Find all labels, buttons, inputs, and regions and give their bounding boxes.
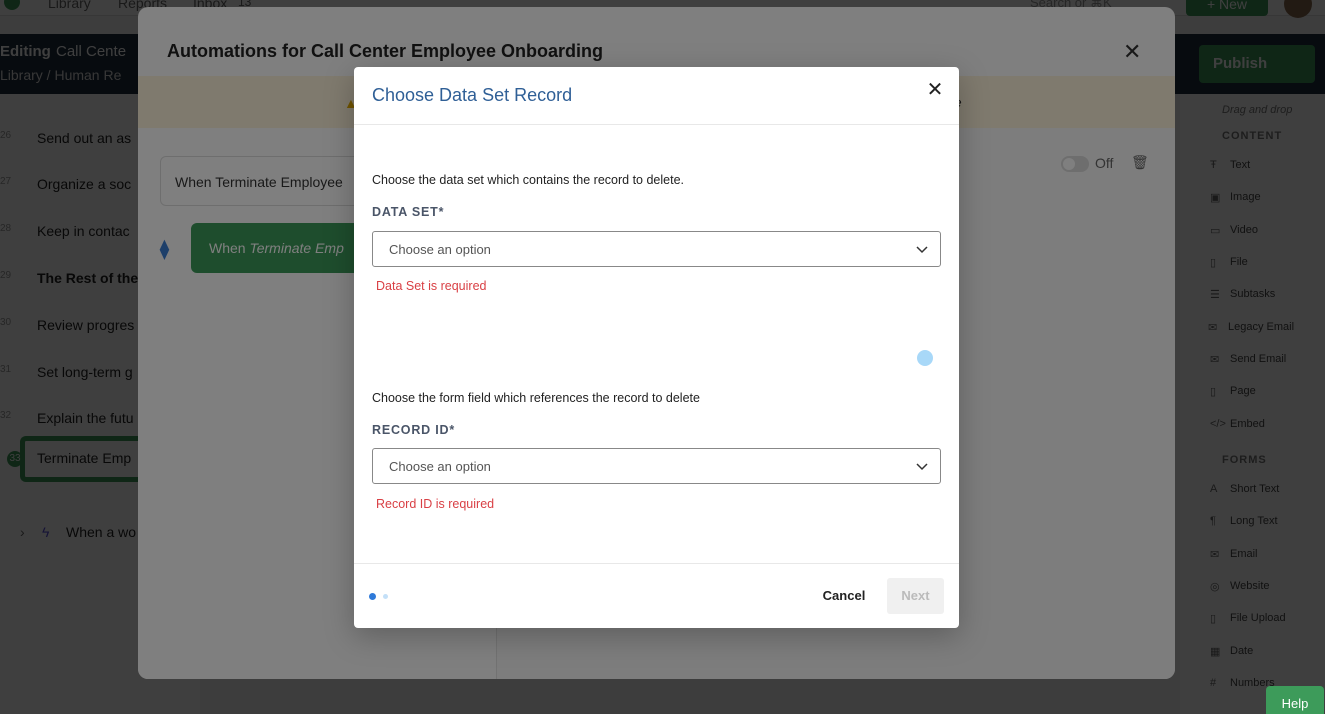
dialog-title: Choose Data Set Record (372, 85, 573, 105)
record-id-placeholder: Choose an option (389, 459, 491, 474)
data-set-select[interactable]: Choose an option (372, 231, 941, 267)
chevron-down-icon (916, 246, 928, 254)
record-id-description: Choose the form field which references t… (372, 391, 700, 405)
step-indicator-inactive (383, 594, 388, 599)
data-set-placeholder: Choose an option (389, 242, 491, 257)
data-set-error: Data Set is required (376, 279, 487, 293)
choose-data-set-record-dialog: Choose Data Set Record ✕ Choose the data… (354, 67, 959, 628)
record-id-error: Record ID is required (376, 497, 495, 511)
record-id-label: RECORD ID* (372, 423, 456, 437)
data-set-label: DATA SET* (372, 205, 445, 219)
data-set-description: Choose the data set which contains the r… (372, 173, 684, 187)
record-id-select[interactable]: Choose an option (372, 448, 941, 484)
divider (354, 124, 959, 125)
cancel-button[interactable]: Cancel (810, 578, 878, 614)
divider (354, 563, 959, 564)
next-button[interactable]: Next (887, 578, 944, 614)
close-icon[interactable]: ✕ (925, 77, 945, 101)
chevron-down-icon (916, 463, 928, 471)
mouse-cursor-indicator (917, 350, 933, 366)
step-indicator-active (369, 593, 376, 600)
help-button[interactable]: Help (1266, 686, 1324, 714)
